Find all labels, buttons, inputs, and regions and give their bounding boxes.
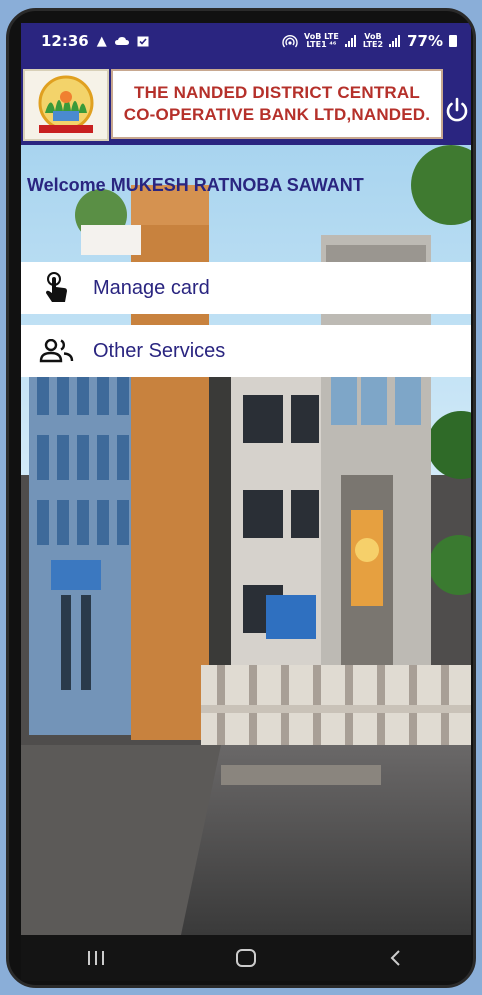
menu-item-other-services[interactable]: Other Services: [21, 325, 471, 377]
hotspot-icon: [282, 35, 298, 48]
app-header: THE NANDED DISTRICT CENTRAL CO-OPERATIVE…: [21, 59, 471, 145]
battery-icon: [449, 35, 457, 47]
bank-title-line1: THE NANDED DISTRICT CENTRAL: [134, 83, 420, 102]
signal-1-icon: [344, 35, 356, 47]
home-button[interactable]: [216, 938, 276, 978]
app-screen: 12:36 ▲ VoB LTE LTE1 ⁴⁶ VoB LTE2 77% THE…: [21, 23, 471, 981]
cloud-icon: [114, 37, 129, 45]
bank-title-line2: CO-OPERATIVE BANK LTD,NANDED.: [123, 105, 431, 124]
power-icon: [446, 97, 468, 122]
manage-card-label: Manage card: [93, 276, 210, 299]
touch-icon: [21, 271, 93, 305]
bank-title: THE NANDED DISTRICT CENTRAL CO-OPERATIVE…: [111, 69, 443, 139]
battery-percent: 77%: [407, 32, 443, 50]
calendar-check-icon: [137, 36, 149, 47]
background-photo: Welcome MUKESH RATNOBA SAWANT Manage car…: [21, 145, 471, 935]
signal-2-icon: [389, 35, 401, 47]
people-icon: [21, 339, 93, 363]
menu-item-manage-card[interactable]: Manage card: [21, 262, 471, 314]
back-button[interactable]: [366, 938, 426, 978]
other-services-label: Other Services: [93, 339, 226, 362]
sim2-network-label: VoB LTE2: [362, 32, 384, 49]
home-icon: [236, 949, 256, 967]
system-nav-bar: [21, 935, 471, 981]
clock: 12:36: [41, 32, 89, 50]
welcome-message: Welcome MUKESH RATNOBA SAWANT: [27, 175, 364, 195]
back-icon: [390, 950, 400, 966]
recent-apps-icon: [88, 951, 104, 965]
phone-frame: 12:36 ▲ VoB LTE LTE1 ⁴⁶ VoB LTE2 77% THE…: [6, 8, 476, 988]
status-bar: 12:36 ▲ VoB LTE LTE1 ⁴⁶ VoB LTE2 77%: [21, 23, 471, 59]
recent-apps-button[interactable]: [66, 938, 126, 978]
bank-logo: [23, 69, 109, 141]
sim1-network-label: VoB LTE LTE1 ⁴⁶: [304, 32, 339, 49]
warning-icon: ▲: [96, 33, 107, 49]
logout-button[interactable]: [443, 93, 471, 127]
